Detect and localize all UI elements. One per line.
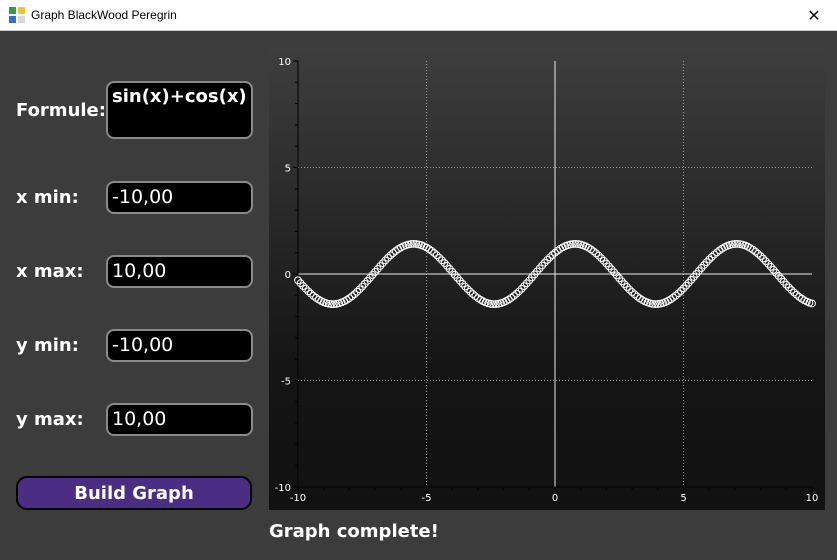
plot-background (269, 47, 825, 510)
y-tick-label: 10 (278, 57, 291, 68)
xmin-label: x min: (16, 187, 79, 208)
y-tick-label: -10 (275, 483, 291, 494)
xmin-input[interactable]: -10,00 (106, 181, 253, 214)
x-tick-label: -5 (422, 493, 432, 504)
x-tick-label: 5 (680, 493, 686, 504)
window-title: Graph BlackWood Peregrin (31, 8, 177, 22)
build-graph-button[interactable]: Build Graph (16, 476, 252, 510)
xmax-label: x max: (16, 261, 84, 282)
formula-input[interactable]: sin(x)+cos(x) (106, 81, 253, 139)
x-tick-label: 10 (806, 493, 819, 504)
y-tick-label: 5 (285, 164, 291, 175)
status-text: Graph complete! (269, 521, 439, 542)
app-grid-icon (9, 7, 25, 23)
ymax-input[interactable]: 10,00 (106, 403, 253, 436)
close-button[interactable]: ✕ (791, 0, 837, 31)
xmax-input[interactable]: 10,00 (106, 255, 253, 288)
y-tick-label: 0 (285, 270, 291, 281)
x-tick-label: -10 (290, 493, 306, 504)
x-tick-label: 0 (552, 493, 558, 504)
y-tick-label: -5 (281, 377, 291, 388)
ymin-input[interactable]: -10,00 (106, 329, 253, 362)
graph-plot: -10 -5 0 5 10 10 5 0 -5 -10 (269, 47, 825, 510)
ymax-label: y max: (16, 409, 84, 430)
ymin-label: y min: (16, 335, 79, 356)
title-bar: Graph BlackWood Peregrin ✕ (0, 0, 837, 31)
formula-label: Formule: (16, 100, 106, 121)
